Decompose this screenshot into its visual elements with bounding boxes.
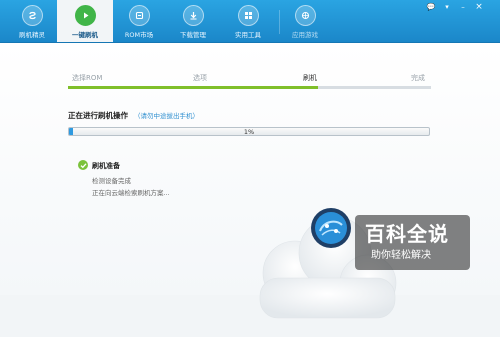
tools-icon (237, 5, 259, 26)
task-name: 刷机准备 (92, 162, 120, 170)
play-icon (74, 5, 96, 26)
step-progress-fill (68, 86, 319, 89)
watermark-subtitle: 助你轻松解决 (371, 250, 431, 261)
feedback-button[interactable]: 💬 (424, 2, 438, 12)
check-icon (78, 160, 88, 170)
flash-progress-text: 1% (243, 128, 255, 136)
rom-market-icon (128, 5, 150, 26)
operation-title: 正在进行刷机操作 （请勿中途拔出手机） (68, 110, 199, 121)
tab-apps-games[interactable]: 应用游戏 (277, 0, 333, 42)
sync-badge-icon (310, 207, 352, 249)
tab-label: 实用工具 (235, 31, 261, 39)
tab-label: ROM市场 (124, 31, 154, 39)
menu-button[interactable]: ▾ (440, 2, 454, 12)
tab-rom-market[interactable]: ROM市场 (111, 0, 167, 42)
tab-tools[interactable]: 实用工具 (220, 0, 276, 42)
close-button[interactable]: × (472, 2, 486, 12)
main-toolbar: 刷机精灵 一键刷机 ROM市场 下载管理 实用工具 应用游戏 💬 ▾ – × (0, 0, 500, 43)
tab-label: 应用游戏 (292, 31, 318, 39)
task-status-line: 检测设备完成 (92, 177, 131, 185)
flash-progress-bar: 1% (68, 127, 430, 136)
step-done: 完成 (411, 74, 425, 82)
download-icon (182, 5, 204, 26)
tab-label: 刷机精灵 (19, 31, 45, 39)
operation-hint: （请勿中途拔出手机） (134, 112, 199, 120)
tab-one-click-flash[interactable]: 一键刷机 (57, 0, 113, 42)
watermark-title: 百科全说 (365, 222, 449, 246)
tab-flash-sprite[interactable]: 刷机精灵 (4, 0, 60, 42)
step-select-rom: 选择ROM (72, 74, 103, 82)
step-progress-track (68, 86, 431, 89)
step-flash: 刷机 (303, 74, 317, 82)
tab-download-manager[interactable]: 下载管理 (165, 0, 221, 42)
step-options: 选项 (193, 74, 207, 82)
tab-label: 下载管理 (180, 31, 206, 39)
tab-label: 一键刷机 (72, 31, 98, 39)
watermark: 百科全说 助你轻松解决 (355, 215, 470, 270)
operation-title-text: 正在进行刷机操作 (68, 111, 128, 120)
minimize-button[interactable]: – (456, 2, 470, 12)
apps-icon (294, 5, 316, 26)
task-status-line: 正在向云端检索刷机方案... (92, 189, 170, 197)
flash-sprite-icon (21, 5, 43, 26)
